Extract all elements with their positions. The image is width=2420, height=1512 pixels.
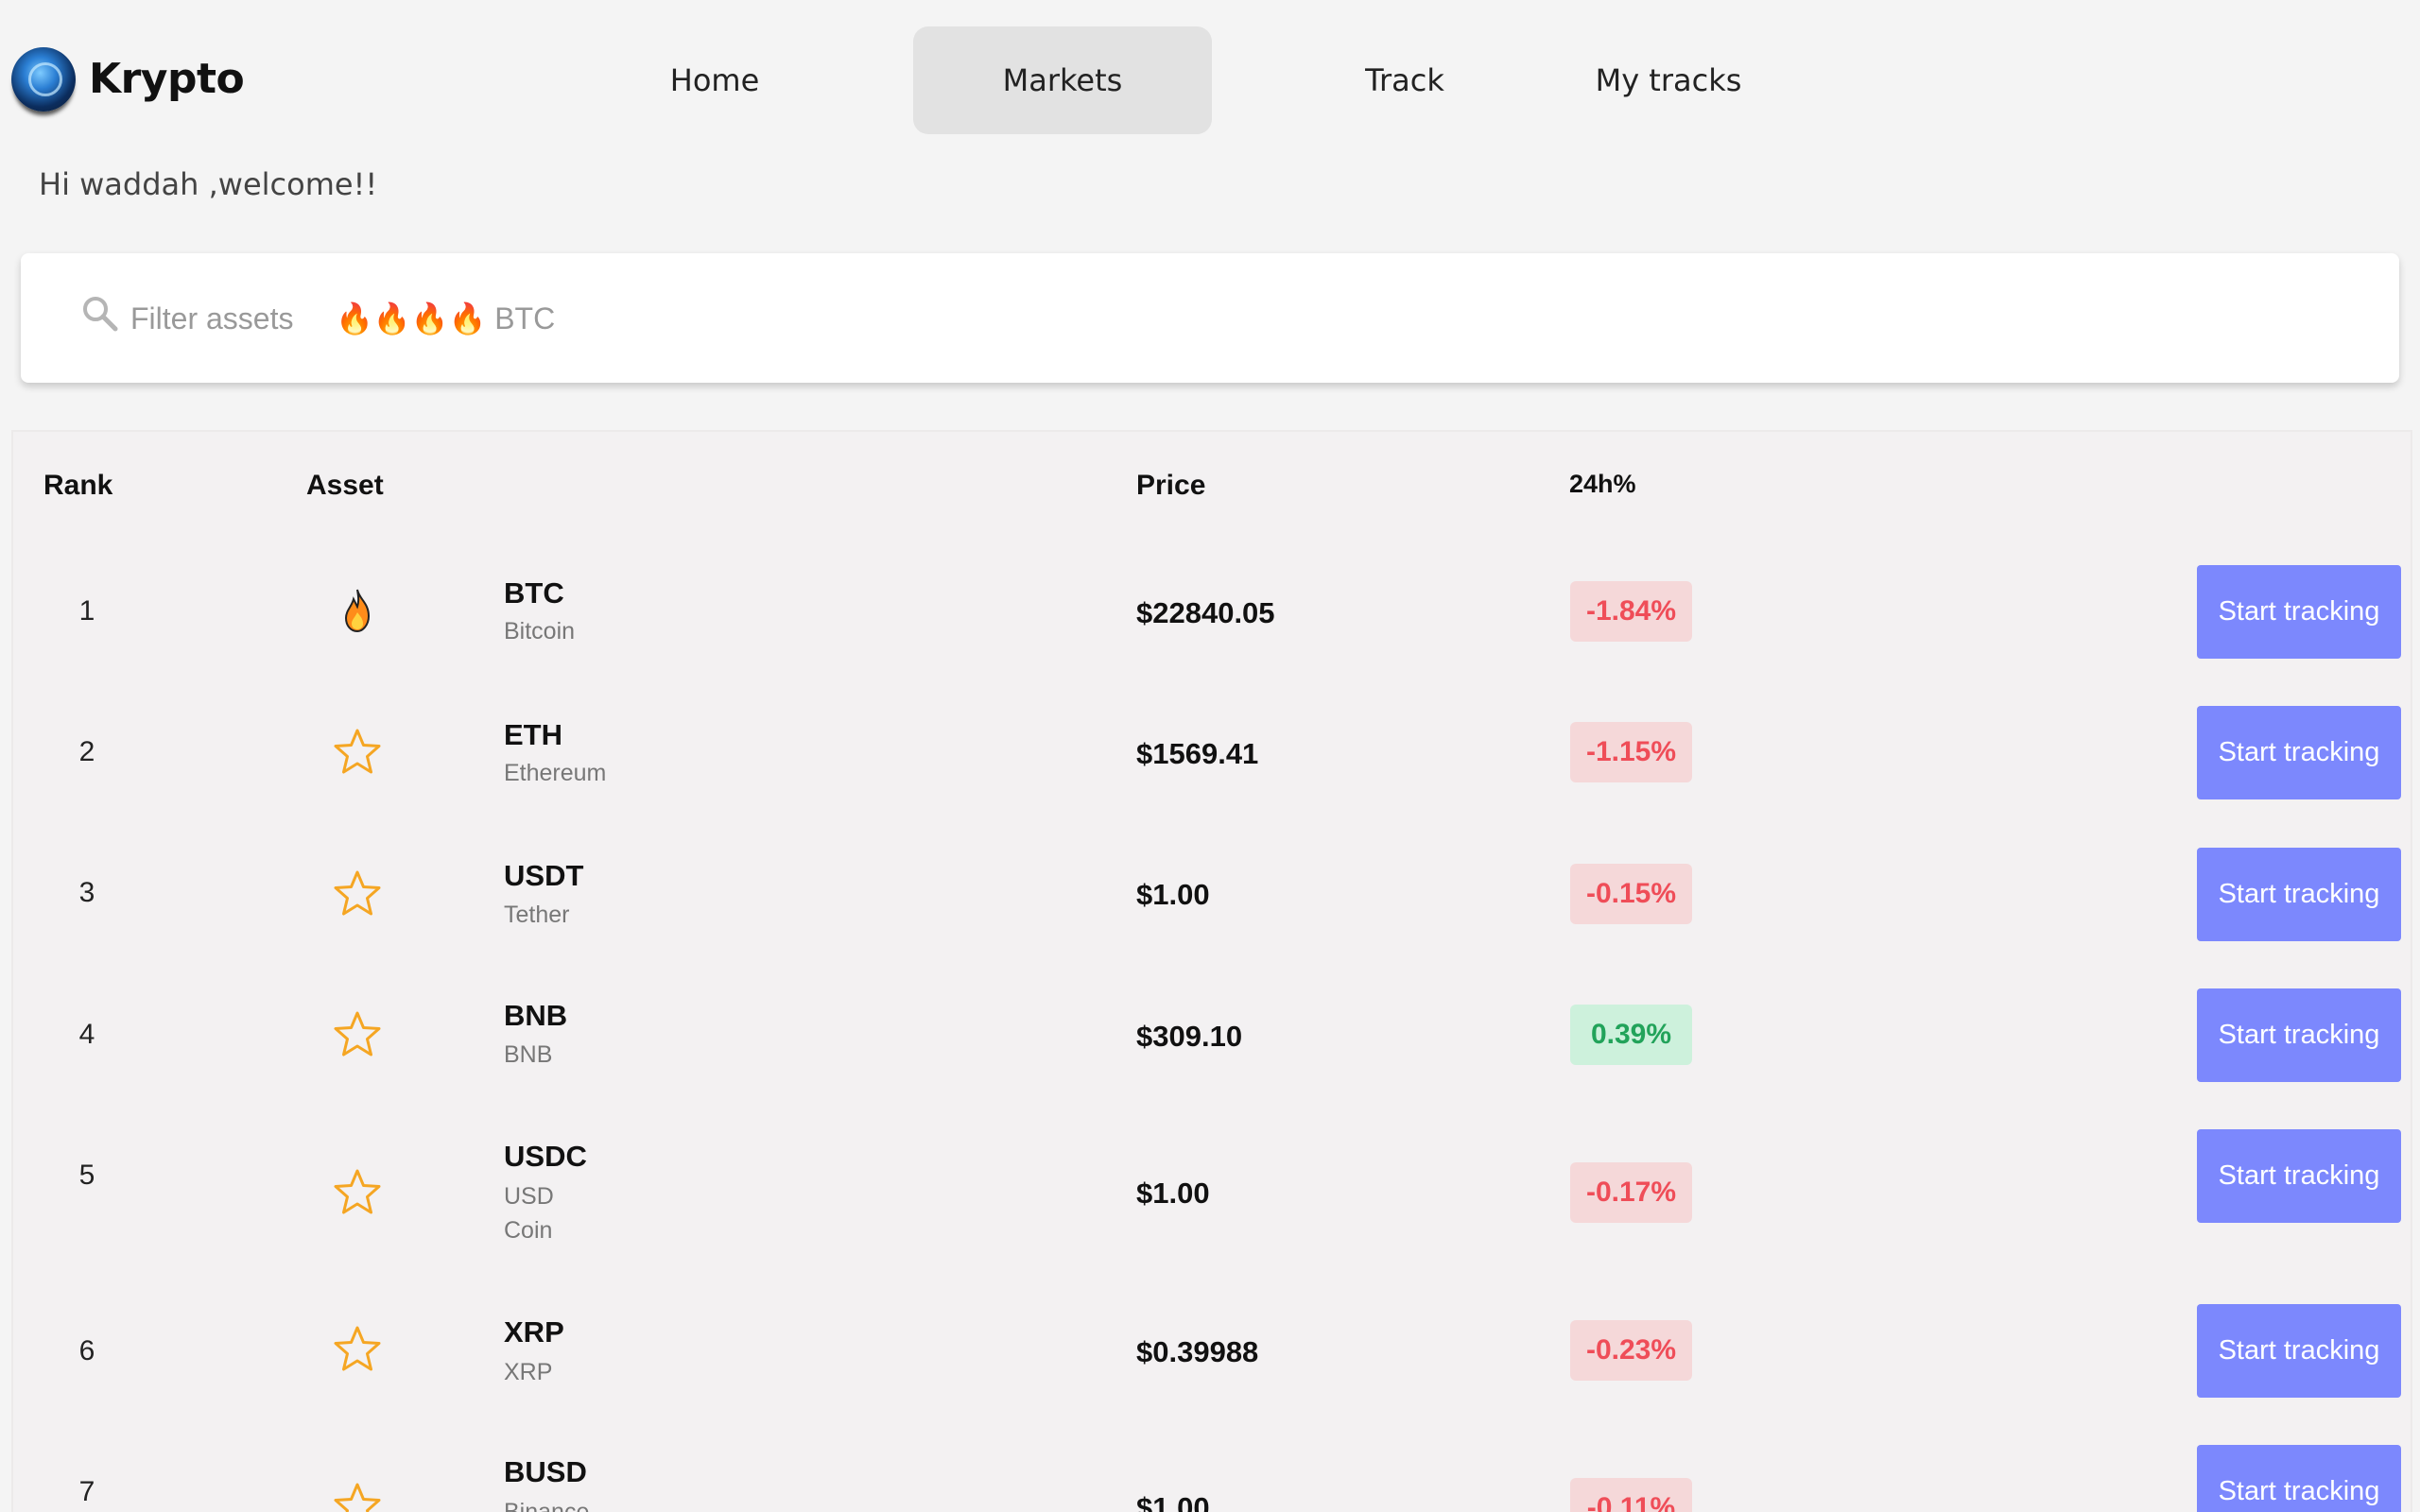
welcome-message: Hi waddah ,welcome!!: [39, 166, 378, 202]
start-tracking-button[interactable]: Start tracking: [2197, 1304, 2401, 1398]
asset-symbol: BUSD: [504, 1455, 587, 1488]
top-header: Krypto Home Markets Track My tracks: [0, 0, 2420, 151]
start-tracking-button[interactable]: Start tracking: [2197, 1445, 2401, 1512]
change-badge: -1.15%: [1570, 722, 1692, 782]
asset-name: USD Coin: [504, 1183, 554, 1244]
change-badge: -0.11%: [1570, 1478, 1692, 1512]
header-rank: Rank: [43, 470, 113, 501]
header-price: Price: [1136, 470, 1206, 501]
change-badge: -1.84%: [1570, 581, 1692, 642]
row-rank: 2: [78, 736, 95, 767]
row-rank: 7: [78, 1476, 95, 1507]
asset-filter-bar[interactable]: [21, 253, 2399, 383]
star-outline-icon[interactable]: [331, 1008, 384, 1061]
asset-price: $0.39988: [1136, 1335, 1259, 1368]
asset-symbol: USDC: [504, 1140, 587, 1173]
header-asset: Asset: [306, 470, 384, 501]
asset-price: $1569.41: [1136, 737, 1259, 770]
asset-name: BNB: [504, 1041, 553, 1068]
asset-symbol: BNB: [504, 999, 568, 1032]
star-outline-icon[interactable]: [331, 868, 384, 920]
asset-price: $1.00: [1136, 1177, 1210, 1210]
asset-symbol: XRP: [504, 1315, 564, 1349]
nav-markets[interactable]: Markets: [913, 26, 1212, 134]
row-rank: 5: [78, 1160, 95, 1191]
start-tracking-button[interactable]: Start tracking: [2197, 848, 2401, 941]
star-outline-icon[interactable]: [331, 1166, 384, 1219]
start-tracking-button[interactable]: Start tracking: [2197, 565, 2401, 659]
start-tracking-button[interactable]: Start tracking: [2197, 988, 2401, 1082]
asset-name: Binance: [504, 1499, 590, 1512]
asset-name: XRP: [504, 1359, 553, 1385]
row-rank: 4: [78, 1019, 95, 1050]
star-outline-icon[interactable]: [331, 1480, 384, 1512]
nav-home[interactable]: Home: [605, 26, 824, 134]
asset-name: Ethereum: [504, 760, 607, 786]
asset-price: $309.10: [1136, 1020, 1243, 1053]
nav-track[interactable]: Track: [1323, 26, 1486, 134]
row-rank: 3: [78, 877, 95, 908]
asset-name: Bitcoin: [504, 618, 576, 644]
asset-price: $1.00: [1136, 878, 1210, 911]
header-24h-change: 24h%: [1569, 470, 1636, 498]
change-badge: -0.23%: [1570, 1320, 1692, 1381]
asset-name: Tether: [504, 902, 570, 928]
star-outline-icon[interactable]: [331, 726, 384, 779]
asset-price: $22840.05: [1136, 596, 1275, 629]
filter-assets-input[interactable]: [130, 295, 698, 342]
start-tracking-button[interactable]: Start tracking: [2197, 1129, 2401, 1223]
asset-symbol: BTC: [504, 576, 564, 610]
change-badge: 0.39%: [1570, 1005, 1692, 1065]
globe-logo-icon[interactable]: [11, 47, 76, 112]
start-tracking-button[interactable]: Start tracking: [2197, 706, 2401, 799]
search-icon: [83, 297, 118, 332]
star-outline-icon[interactable]: [331, 1323, 384, 1376]
fire-icon[interactable]: [331, 584, 384, 637]
asset-symbol: ETH: [504, 718, 562, 751]
app-logo-text[interactable]: Krypto: [89, 55, 245, 103]
asset-symbol: USDT: [504, 859, 584, 892]
change-badge: -0.17%: [1570, 1162, 1692, 1223]
asset-price: $1.00: [1136, 1491, 1210, 1512]
change-badge: -0.15%: [1570, 864, 1692, 924]
nav-my-tracks[interactable]: My tracks: [1569, 26, 1768, 134]
row-rank: 6: [78, 1335, 95, 1366]
row-rank: 1: [78, 595, 95, 627]
